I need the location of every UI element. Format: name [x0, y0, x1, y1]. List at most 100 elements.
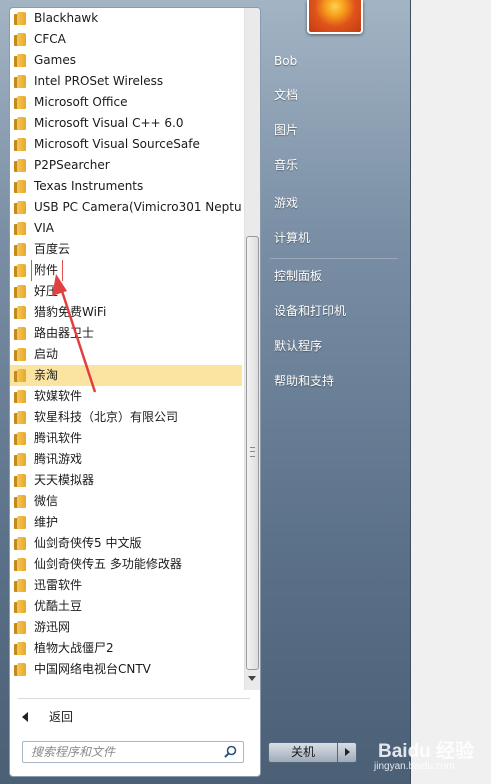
program-folder-item[interactable]: Microsoft Visual SourceSafe [10, 134, 242, 155]
right-pane-item[interactable]: Bob [264, 46, 402, 76]
program-folder-item[interactable]: 亲淘 [10, 365, 242, 386]
program-folder-item[interactable]: 天天模拟器 [10, 470, 242, 491]
folder-icon [14, 285, 26, 298]
program-folder-item[interactable]: 路由器卫士 [10, 323, 242, 344]
search-input[interactable] [23, 742, 219, 762]
program-folder-item[interactable]: 优酷土豆 [10, 596, 242, 617]
right-pane-item[interactable]: 设备和打印机 [264, 296, 402, 326]
program-folder-label: 软媒软件 [34, 389, 83, 403]
right-pane-item[interactable]: 文档 [264, 80, 402, 110]
program-folder-label: Blackhawk [34, 11, 99, 25]
scrollbar[interactable] [244, 8, 260, 690]
program-folder-label: CFCA [34, 32, 66, 46]
program-folder-label: 仙剑奇侠传5 中文版 [34, 536, 142, 550]
program-folder-label: 软星科技（北京）有限公司 [34, 410, 179, 424]
program-folder-item[interactable]: 启动 [10, 344, 242, 365]
folder-icon [14, 369, 26, 382]
program-folder-item[interactable]: 植物大战僵尸2 [10, 638, 242, 659]
program-folder-item[interactable]: 微信 [10, 491, 242, 512]
program-folder-label: Microsoft Visual SourceSafe [34, 137, 200, 151]
right-pane-item[interactable]: 图片 [264, 115, 402, 145]
right-pane-item[interactable]: 默认程序 [264, 331, 402, 361]
folder-icon [14, 642, 26, 655]
program-folder-item[interactable]: Microsoft Visual C++ 6.0 [10, 113, 242, 134]
search-box[interactable] [22, 741, 244, 763]
program-folder-item[interactable]: Microsoft Office [10, 92, 242, 113]
program-list: Blackhawk CFCA Games Intel PROSet Wireless M… [10, 8, 244, 690]
program-folder-label: P2PSearcher [34, 158, 110, 172]
folder-icon [14, 243, 26, 256]
folder-icon [14, 516, 26, 529]
folder-icon [14, 621, 26, 634]
folder-icon [14, 558, 26, 571]
program-folder-label: Texas Instruments [34, 179, 144, 193]
program-folder-item[interactable]: 软媒软件 [10, 386, 242, 407]
program-folder-item[interactable]: 百度云 [10, 239, 242, 260]
program-folder-item[interactable]: CFCA [10, 29, 242, 50]
folder-icon [14, 96, 26, 109]
right-pane-item[interactable]: 控制面板 [264, 261, 402, 291]
program-folder-item[interactable]: 迅雷软件 [10, 575, 242, 596]
watermark-text: Baidu 经验 [378, 741, 475, 762]
program-folder-item[interactable]: Texas Instruments [10, 176, 242, 197]
program-folder-item[interactable]: 中国网络电视台CNTV [10, 659, 242, 680]
programs-pane: Blackhawk CFCA Games Intel PROSet Wireless M… [9, 7, 261, 777]
program-folder-label: 附件 [30, 260, 64, 281]
program-folder-label: 植物大战僵尸2 [34, 641, 114, 655]
program-folder-item[interactable]: VIA [10, 218, 242, 239]
program-folder-label: Microsoft Visual C++ 6.0 [34, 116, 184, 130]
back-button[interactable]: 返回 [16, 705, 252, 729]
right-pane-item[interactable]: 游戏 [264, 188, 402, 218]
program-folder-item[interactable]: 仙剑奇侠传五 多功能修改器 [10, 554, 242, 575]
program-folder-label: 游迅网 [34, 620, 71, 634]
program-folder-item[interactable]: 附件 [10, 260, 242, 281]
folder-icon [14, 579, 26, 592]
divider [18, 698, 250, 699]
program-folder-item[interactable]: USB PC Camera(Vimicro301 Neptune) [10, 197, 242, 218]
watermark: Baidu 经验 jingyan.baidu.com [370, 736, 488, 780]
folder-icon [14, 474, 26, 487]
flower-avatar[interactable] [307, 0, 363, 34]
start-menu: Blackhawk CFCA Games Intel PROSet Wireless M… [0, 0, 411, 784]
folder-icon [14, 138, 26, 151]
back-label: 返回 [49, 710, 74, 724]
search-icon[interactable] [224, 745, 237, 758]
program-folder-item[interactable]: 好压 [10, 281, 242, 302]
back-arrow-icon [22, 712, 28, 722]
program-folder-label: 迅雷软件 [34, 578, 83, 592]
program-folder-item[interactable]: 腾讯游戏 [10, 449, 242, 470]
program-folder-item[interactable]: Games [10, 50, 242, 71]
program-folder-label: 路由器卫士 [34, 326, 95, 340]
program-folder-item[interactable]: Intel PROSet Wireless [10, 71, 242, 92]
folder-icon [14, 600, 26, 613]
folder-icon [14, 201, 26, 214]
program-folder-item[interactable]: 维护 [10, 512, 242, 533]
scroll-down-arrow-icon[interactable] [248, 676, 256, 681]
program-folder-label: 微信 [34, 494, 59, 508]
program-folder-label: 优酷土豆 [34, 599, 83, 613]
program-folder-item[interactable]: 猎豹免费WiFi [10, 302, 242, 323]
shutdown-button[interactable]: 关机 [268, 742, 338, 763]
program-folder-label: 腾讯游戏 [34, 452, 83, 466]
folder-icon [14, 180, 26, 193]
program-folder-label: 猎豹免费WiFi [34, 305, 107, 319]
program-folder-item[interactable]: 软星科技（北京）有限公司 [10, 407, 242, 428]
folder-icon [14, 117, 26, 130]
right-divider [270, 258, 398, 259]
program-folder-item[interactable]: Blackhawk [10, 8, 242, 29]
folder-icon [14, 663, 26, 676]
right-pane-item[interactable]: 音乐 [264, 150, 402, 180]
folder-icon [14, 495, 26, 508]
program-folder-label: 好压 [34, 284, 59, 298]
shutdown-options-button[interactable] [337, 742, 357, 763]
right-pane-item[interactable]: 计算机 [264, 223, 402, 253]
folder-icon [14, 432, 26, 445]
program-folder-item[interactable]: 游迅网 [10, 617, 242, 638]
right-pane-item[interactable]: 帮助和支持 [264, 366, 402, 396]
folder-icon [14, 264, 26, 277]
program-folder-label: 天天模拟器 [34, 473, 95, 487]
program-folder-item[interactable]: 腾讯软件 [10, 428, 242, 449]
program-folder-item[interactable]: 仙剑奇侠传5 中文版 [10, 533, 242, 554]
program-folder-item[interactable]: P2PSearcher [10, 155, 242, 176]
scrollbar-thumb[interactable] [246, 236, 259, 670]
